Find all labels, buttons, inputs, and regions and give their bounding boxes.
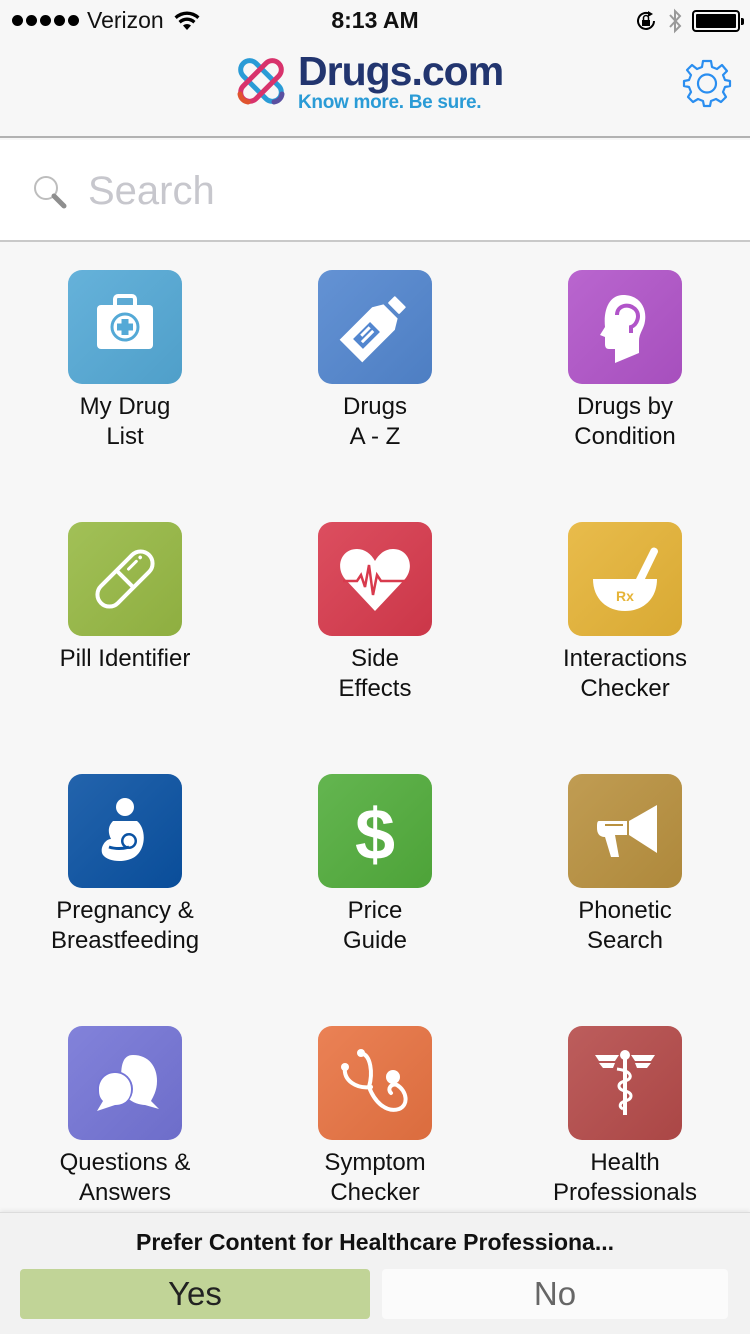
tile-label-line: Guide — [342, 927, 408, 954]
capsule-icon — [68, 522, 182, 636]
tile-label: My Drug List — [5, 392, 245, 452]
tile-label-line: Breastfeeding — [50, 927, 200, 954]
tile-pill-identifier[interactable]: Pill Identifier — [0, 496, 250, 748]
megaphone-icon — [568, 774, 682, 888]
feature-grid: My Drug List Drugs A - Z Drugs by Condit… — [0, 244, 750, 1212]
tile-label-line: Health — [590, 1149, 660, 1176]
tile-label-line: Drugs by — [576, 393, 674, 420]
tile-label-line: Questions & — [59, 1149, 191, 1176]
medicine-bottle-icon — [318, 270, 432, 384]
tile-label-line: Condition — [574, 423, 676, 450]
status-right — [634, 8, 744, 34]
tile-label-line: Checker — [580, 675, 670, 702]
tile-label: Pregnancy & Breastfeeding — [5, 896, 245, 956]
tile-label: Questions & Answers — [5, 1148, 245, 1208]
tile-label: Price Guide — [255, 896, 495, 956]
tile-label-line: My Drug — [79, 393, 171, 420]
tile-label: Symptom Checker — [255, 1148, 495, 1208]
tile-health-professionals[interactable]: Health Professionals — [500, 1000, 750, 1212]
tile-phonetic-search[interactable]: Phonetic Search — [500, 748, 750, 1000]
prompt-text: Prefer Content for Healthcare Profession… — [135, 1229, 614, 1255]
tile-label-line: Pill Identifier — [59, 645, 191, 672]
search-icon — [34, 176, 67, 209]
tile-label-line: Pregnancy & — [56, 897, 194, 924]
tile-interactions-checker[interactable]: Rx Interactions Checker — [500, 496, 750, 748]
tile-questions-answers[interactable]: Questions & Answers — [0, 1000, 250, 1212]
no-button[interactable]: No — [382, 1269, 728, 1319]
brand-tagline: Know more. Be sure. — [298, 91, 482, 113]
tile-label-line: Interactions — [562, 645, 688, 672]
svg-text:Rx: Rx — [616, 588, 634, 604]
tile-my-drug-list[interactable]: My Drug List — [0, 244, 250, 496]
brand-name: Drugs.com — [298, 47, 504, 94]
tile-label: Pill Identifier — [5, 644, 245, 674]
dollar-icon: $ — [318, 774, 432, 888]
svg-text:$: $ — [355, 795, 395, 871]
gear-icon[interactable] — [682, 58, 732, 108]
battery-icon — [692, 10, 744, 32]
yes-button[interactable]: Yes — [20, 1269, 370, 1319]
tile-label-line: Symptom — [324, 1149, 426, 1176]
tile-label-line: Phonetic — [578, 897, 672, 924]
tile-drugs-a-z[interactable]: Drugs A - Z — [250, 244, 500, 496]
tile-label-line: Search — [586, 927, 664, 954]
professional-content-prompt: Prefer Content for Healthcare Profession… — [0, 1212, 750, 1334]
tile-label-line: Effects — [338, 675, 412, 702]
tile-label-line: Professionals — [552, 1179, 698, 1206]
breastfeeding-icon — [68, 774, 182, 888]
tile-label: Side Effects — [255, 644, 495, 704]
tile-label: Health Professionals — [505, 1148, 745, 1208]
tile-label-line: Price — [347, 897, 403, 924]
tile-label: Interactions Checker — [505, 644, 745, 704]
tile-side-effects[interactable]: Side Effects — [250, 496, 500, 748]
stethoscope-icon — [318, 1026, 432, 1140]
logo-mark-icon — [237, 58, 285, 105]
tile-label-line: Side — [350, 645, 400, 672]
chat-bubbles-icon — [68, 1026, 182, 1140]
heart-pulse-icon — [318, 522, 432, 636]
tile-symptom-checker[interactable]: Symptom Checker — [250, 1000, 500, 1212]
drugs-com-logo: Drugs.com Know more. Be sure. — [230, 47, 504, 113]
brain-head-icon — [568, 270, 682, 384]
tile-drugs-by-condition[interactable]: Drugs by Condition — [500, 244, 750, 496]
tile-label: Drugs by Condition — [505, 392, 745, 452]
nav-bar: Drugs.com Know more. Be sure. — [0, 40, 750, 138]
tile-label-line: Answers — [78, 1179, 172, 1206]
tile-label: Phonetic Search — [505, 896, 745, 956]
bluetooth-icon — [669, 8, 682, 34]
search-bar — [0, 140, 750, 242]
tile-price-guide[interactable]: $ Price Guide — [250, 748, 500, 1000]
search-input[interactable] — [88, 162, 708, 220]
mortar-pestle-icon: Rx — [568, 522, 682, 636]
tile-label-line: Checker — [330, 1179, 420, 1206]
tile-label-line: List — [106, 423, 144, 450]
first-aid-kit-icon — [68, 270, 182, 384]
tile-pregnancy-breastfeeding[interactable]: Pregnancy & Breastfeeding — [0, 748, 250, 1000]
caduceus-icon — [568, 1026, 682, 1140]
status-bar: Verizon 8:13 AM — [0, 0, 750, 40]
tile-label-line: Drugs — [342, 393, 408, 420]
tile-label: Drugs A - Z — [255, 392, 495, 452]
rotation-lock-icon — [637, 11, 655, 30]
tile-label-line: A - Z — [349, 423, 401, 450]
